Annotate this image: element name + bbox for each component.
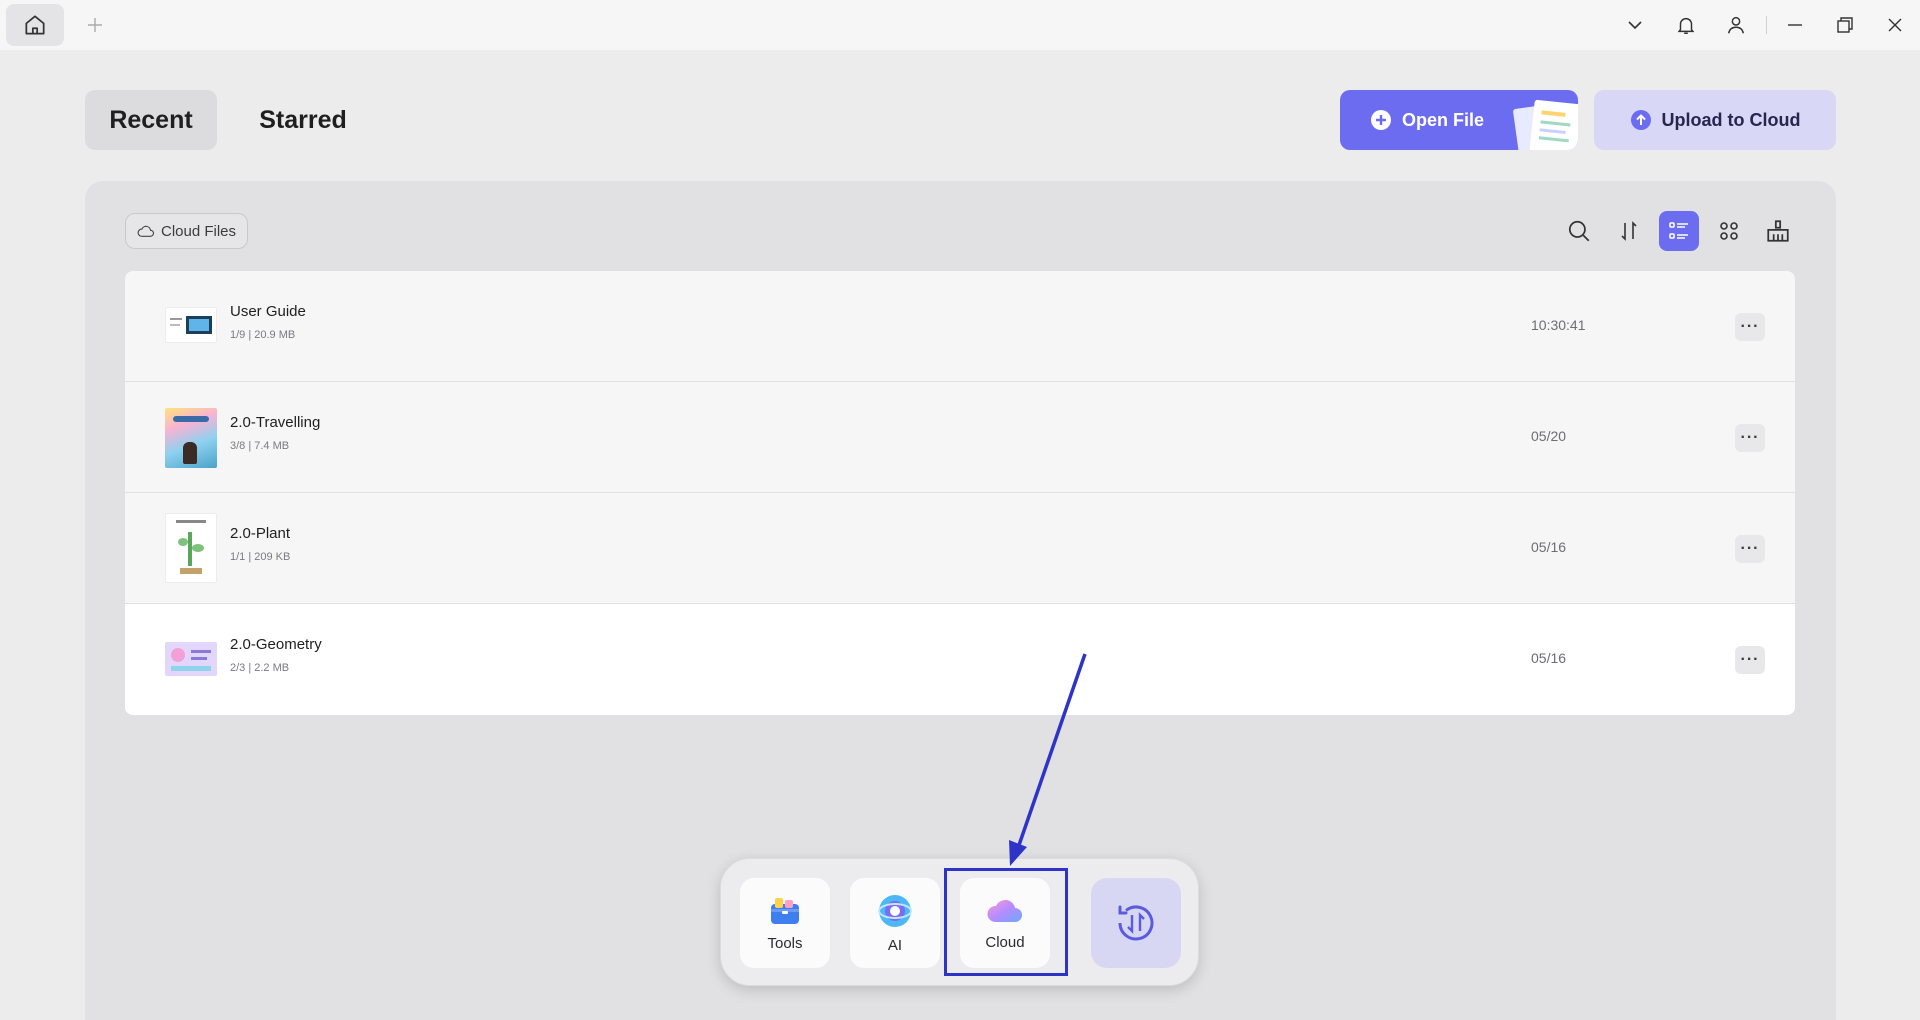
account-button[interactable] [1721,10,1751,40]
file-name: 2.0-Geometry [230,636,322,653]
more-options-button[interactable]: ··· [1735,313,1765,341]
upload-to-cloud-label: Upload to Cloud [1661,109,1801,130]
home-icon [25,15,45,35]
annotation-highlight-box [944,868,1068,976]
file-list: User Guide 1/9 | 20.9 MB 10:30:41 ··· 2.… [125,271,1795,715]
dock-ai-button[interactable]: AI [850,878,940,968]
title-bar [0,0,1920,50]
cloud-icon [137,225,154,237]
file-thumbnail [165,642,217,676]
file-meta: 1/9 | 20.9 MB [230,329,296,341]
close-window-button[interactable] [1880,10,1910,40]
more-options-button[interactable]: ··· [1735,646,1765,674]
close-icon [1888,18,1902,32]
file-thumbnail [165,408,217,468]
file-meta: 1/1 | 209 KB [230,551,291,563]
upload-to-cloud-button[interactable]: Upload to Cloud [1594,90,1836,150]
file-date: 05/20 [1531,428,1567,444]
list-view-icon [1669,222,1688,239]
grid-view-button[interactable] [1709,211,1749,251]
minimize-button[interactable] [1780,10,1810,40]
plus-circle-icon [1371,110,1391,130]
restore-icon [1837,17,1853,33]
open-file-button[interactable]: Open File [1340,90,1578,150]
more-options-button[interactable]: ··· [1735,535,1765,563]
tab-recent[interactable]: Recent [85,90,217,150]
file-meta: 2/3 | 2.2 MB [230,662,290,674]
dock-tools-button[interactable]: Tools [740,878,830,968]
search-icon [1568,220,1590,242]
file-date: 10:30:41 [1531,317,1586,333]
titlebar-separator [1766,16,1767,34]
file-date: 05/16 [1531,650,1567,666]
toolbox-icon [771,897,799,924]
dropdown-button[interactable] [1620,10,1650,40]
plus-icon [88,18,102,32]
file-meta: 3/8 | 7.4 MB [230,440,290,452]
file-date: 05/16 [1531,539,1567,555]
more-options-button[interactable]: ··· [1735,424,1765,452]
sort-icon [1621,221,1637,241]
cloud-files-filter[interactable]: Cloud Files [125,213,248,249]
file-thumbnail [165,513,217,583]
dock-ai-label: AI [887,936,903,954]
bell-icon [1677,17,1695,34]
grid-view-icon [1720,222,1738,240]
restore-button[interactable] [1830,10,1860,40]
list-view-button[interactable] [1659,211,1699,251]
notifications-button[interactable] [1671,10,1701,40]
sort-button[interactable] [1609,211,1649,251]
cloud-files-label: Cloud Files [160,222,237,240]
file-row[interactable]: 2.0-Travelling 3/8 | 7.4 MB 05/20 ··· [125,382,1795,493]
minimize-icon [1788,24,1802,26]
dock-sync-button[interactable] [1091,878,1181,968]
home-tab[interactable] [6,4,64,46]
file-name: 2.0-Travelling [230,414,321,431]
ai-icon [878,894,912,927]
user-icon [1727,16,1745,34]
file-row[interactable]: User Guide 1/9 | 20.9 MB 10:30:41 ··· [125,271,1795,382]
file-name: User Guide [230,303,306,320]
file-row[interactable]: 2.0-Plant 1/1 | 209 KB 05/16 ··· [125,493,1795,604]
dock-tools-label: Tools [767,934,803,952]
clean-icon [1767,220,1789,242]
open-file-label: Open File [1402,109,1485,130]
file-thumbnail [165,307,217,343]
clean-button[interactable] [1758,211,1798,251]
tab-starred[interactable]: Starred [228,90,378,150]
sync-icon [1118,905,1154,941]
new-tab-button[interactable] [80,12,110,38]
upload-icon [1630,110,1651,130]
search-button[interactable] [1559,211,1599,251]
file-name: 2.0-Plant [230,525,291,542]
file-row[interactable]: 2.0-Geometry 2/3 | 2.2 MB 05/16 ··· [125,604,1795,715]
chevron-down-icon [1628,21,1642,30]
